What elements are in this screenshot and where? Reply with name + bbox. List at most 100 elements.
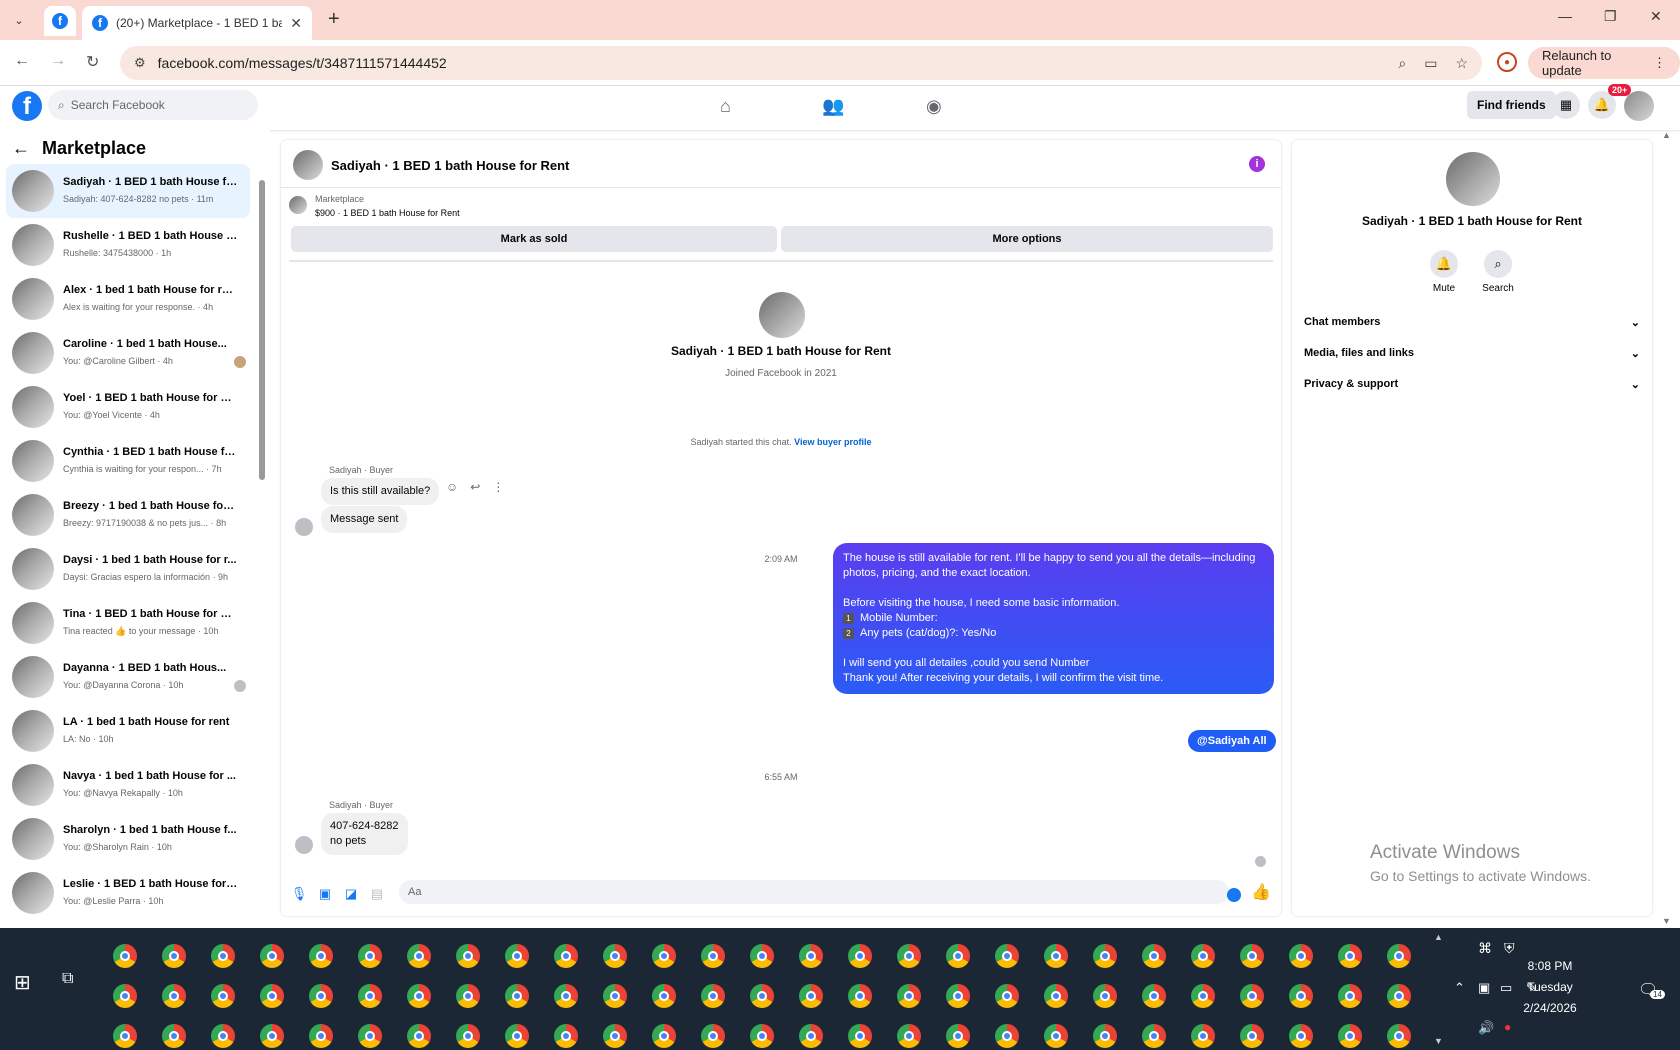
conversation-item[interactable]: Leslie · 1 BED 1 bath House for ... You: … — [6, 866, 250, 920]
chrome-taskbar-icon[interactable] — [1031, 976, 1080, 1016]
avatar[interactable] — [293, 150, 323, 180]
taskbar-clock[interactable]: 8:08 PM Tuesday 2/24/2026 — [1500, 956, 1600, 1019]
message-input[interactable]: Aa — [399, 880, 1229, 904]
view-buyer-profile-link[interactable]: View buyer profile — [794, 437, 871, 447]
chrome-taskbar-icon[interactable] — [1178, 1016, 1227, 1050]
chrome-taskbar-icon[interactable] — [1325, 976, 1374, 1016]
chrome-taskbar-icon[interactable] — [247, 936, 296, 976]
chrome-taskbar-icon[interactable] — [394, 976, 443, 1016]
message-bubble-incoming[interactable]: Is this still available? — [321, 478, 440, 505]
volume-icon[interactable]: 🔊 — [1478, 1020, 1494, 1036]
chrome-taskbar-icon[interactable] — [100, 936, 149, 976]
security-shield-icon[interactable]: ⛨ — [1504, 940, 1515, 957]
chrome-taskbar-icon[interactable] — [1325, 936, 1374, 976]
tab-close-icon[interactable]: ✕ — [290, 15, 302, 32]
chrome-taskbar-icon[interactable] — [1276, 976, 1325, 1016]
chrome-taskbar-icon[interactable] — [198, 936, 247, 976]
conversation-item[interactable]: Dayanna · 1 BED 1 bath Hous... You: @Daya… — [6, 650, 250, 704]
scroll-down-icon[interactable]: ▼ — [1434, 1036, 1443, 1046]
chrome-taskbar-icon[interactable] — [1129, 1016, 1178, 1050]
chat-members-row[interactable]: Chat members ⌄ — [1304, 312, 1640, 332]
photo-icon[interactable]: ▣ — [317, 886, 333, 902]
conversation-item[interactable]: Sharolyn · 1 bed 1 bath House f... You: @… — [6, 812, 250, 866]
scroll-down-icon[interactable]: ▼ — [1662, 916, 1671, 926]
chrome-taskbar-icon[interactable] — [786, 976, 835, 1016]
privacy-support-row[interactable]: Privacy & support ⌄ — [1304, 374, 1640, 394]
meet-now-icon[interactable]: ⌘ — [1478, 940, 1492, 957]
chrome-taskbar-icon[interactable] — [1080, 1016, 1129, 1050]
chrome-taskbar-icon[interactable] — [1325, 1016, 1374, 1050]
chrome-taskbar-icon[interactable] — [198, 976, 247, 1016]
chrome-taskbar-icon[interactable] — [835, 936, 884, 976]
pinned-tab-facebook[interactable]: f — [44, 6, 76, 36]
chrome-taskbar-icon[interactable] — [737, 976, 786, 1016]
relaunch-button[interactable]: Relaunch to update ⋮ — [1528, 47, 1680, 79]
chrome-taskbar-icon[interactable] — [1227, 936, 1276, 976]
facebook-search-input[interactable]: ⌕ Search Facebook — [48, 90, 258, 120]
chrome-taskbar-icon[interactable] — [982, 976, 1031, 1016]
notification-center-icon[interactable]: 🗨 14 — [1638, 980, 1665, 1000]
chrome-taskbar-icon[interactable] — [443, 936, 492, 976]
scrollbar-thumb[interactable] — [259, 180, 265, 480]
forward-icon[interactable]: → — [50, 52, 66, 70]
find-friends-button[interactable]: Find friends — [1467, 91, 1556, 119]
chrome-taskbar-icon[interactable] — [100, 1016, 149, 1050]
chrome-taskbar-icon[interactable] — [492, 976, 541, 1016]
microphone-icon[interactable]: 🎙 — [291, 886, 308, 902]
info-icon[interactable]: i — [1249, 156, 1265, 172]
chrome-taskbar-icon[interactable] — [590, 976, 639, 1016]
chrome-taskbar-icon[interactable] — [1276, 936, 1325, 976]
network-icon[interactable]: ▣ — [1478, 980, 1490, 996]
home-icon[interactable]: ⌂ — [720, 96, 731, 117]
avatar[interactable] — [1446, 152, 1500, 206]
conversation-item[interactable]: Daysi · 1 bed 1 bath House for r... Daysi… — [6, 542, 250, 596]
conversation-item[interactable]: Caroline · 1 bed 1 bath House... You: @Ca… — [6, 326, 250, 380]
chrome-taskbar-icon[interactable] — [1031, 1016, 1080, 1050]
new-tab-button[interactable]: + — [328, 8, 340, 31]
chrome-taskbar-icon[interactable] — [198, 1016, 247, 1050]
mark-as-sold-button[interactable]: Mark as sold — [291, 226, 777, 252]
chrome-taskbar-icon[interactable] — [443, 976, 492, 1016]
react-icon[interactable]: ☺ — [446, 480, 458, 494]
reload-icon[interactable]: ↻ — [86, 52, 99, 72]
more-icon[interactable]: ⋮ — [492, 480, 504, 494]
chrome-taskbar-icon[interactable] — [394, 936, 443, 976]
conversation-item[interactable]: Cynthia · 1 BED 1 bath House fo... Cynthi… — [6, 434, 250, 488]
chrome-taskbar-icon[interactable] — [1129, 976, 1178, 1016]
more-options-button[interactable]: More options — [781, 226, 1273, 252]
chrome-taskbar-icon[interactable] — [1178, 976, 1227, 1016]
tab-search-button[interactable]: ⌄ — [8, 9, 30, 31]
page-scrollbar[interactable]: ▲ ▼ — [1662, 130, 1676, 930]
chrome-taskbar-icon[interactable] — [1178, 936, 1227, 976]
chrome-taskbar-icon[interactable] — [688, 976, 737, 1016]
back-icon[interactable]: ← — [14, 52, 30, 70]
chrome-taskbar-icon[interactable] — [443, 1016, 492, 1050]
chrome-taskbar-icon[interactable] — [541, 1016, 590, 1050]
chrome-taskbar-icon[interactable] — [688, 936, 737, 976]
close-window-icon[interactable]: ✕ — [1650, 8, 1662, 25]
chrome-taskbar-icon[interactable] — [345, 976, 394, 1016]
chrome-taskbar-icon[interactable] — [786, 936, 835, 976]
zoom-icon[interactable]: ⌕ — [1398, 55, 1406, 72]
chrome-taskbar-icon[interactable] — [1227, 976, 1276, 1016]
show-hidden-icons-icon[interactable]: ⌃ — [1454, 980, 1465, 996]
chrome-taskbar-icon[interactable] — [492, 1016, 541, 1050]
sticker-icon[interactable]: ◪ — [343, 886, 359, 902]
chrome-taskbar-icon[interactable] — [737, 936, 786, 976]
chrome-taskbar-icon[interactable] — [688, 1016, 737, 1050]
chrome-taskbar-icon[interactable] — [884, 936, 933, 976]
message-bubble-incoming[interactable]: Message sent — [321, 506, 408, 533]
chrome-taskbar-icon[interactable] — [982, 936, 1031, 976]
conversation-item[interactable]: Sadiyah · 1 BED 1 bath House fo... Sadiya… — [6, 164, 250, 218]
minimize-icon[interactable]: — — [1558, 8, 1572, 24]
mute-button[interactable]: 🔔 Mute — [1414, 250, 1474, 294]
conversation-item[interactable]: Yoel · 1 BED 1 bath House for Re... You: … — [6, 380, 250, 434]
chrome-taskbar-icon[interactable] — [296, 1016, 345, 1050]
message-bubble-outgoing[interactable]: The house is still available for rent. I… — [833, 543, 1274, 694]
chrome-taskbar-icon[interactable] — [590, 936, 639, 976]
thumbs-up-icon[interactable]: 👍 — [1251, 884, 1271, 901]
chrome-taskbar-icon[interactable] — [149, 936, 198, 976]
chrome-taskbar-icon[interactable] — [982, 1016, 1031, 1050]
chrome-taskbar-icon[interactable] — [296, 936, 345, 976]
chrome-taskbar-icon[interactable] — [786, 1016, 835, 1050]
